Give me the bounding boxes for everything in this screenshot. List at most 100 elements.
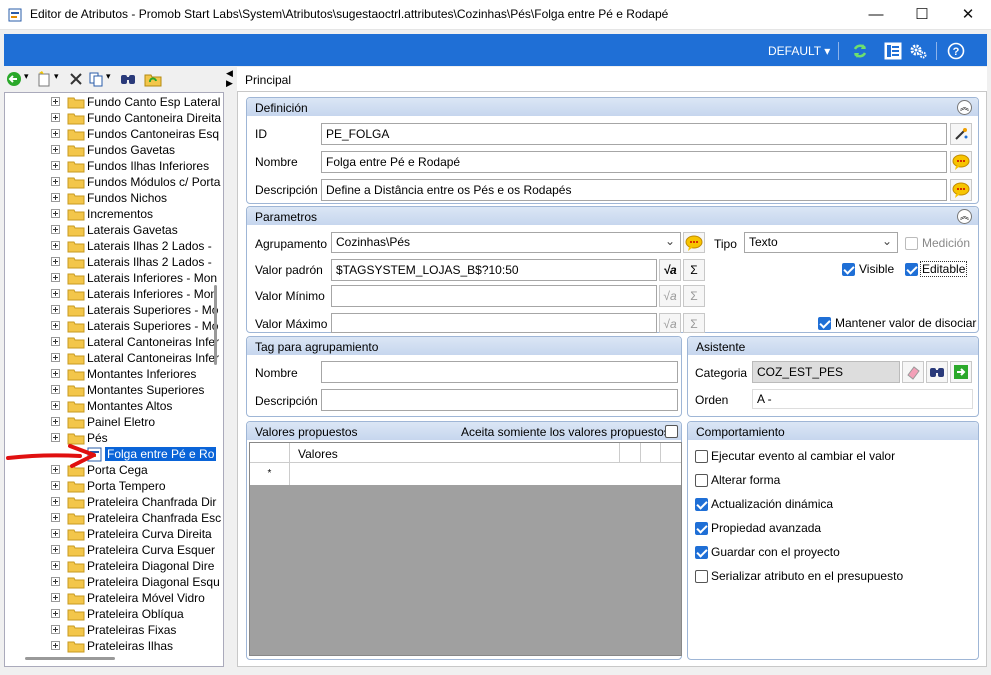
expand-icon[interactable] <box>51 545 60 554</box>
tree-item[interactable]: Painel Eletro <box>5 414 210 430</box>
valor-maximo-field[interactable] <box>331 313 657 333</box>
expand-icon[interactable] <box>51 97 60 106</box>
padron-sum-button[interactable]: Σ <box>683 259 705 281</box>
expand-icon[interactable] <box>51 209 60 218</box>
tree-item[interactable]: Fundo Canto Esp Lateral <box>5 94 220 110</box>
tree-horizontal-scrollbar[interactable] <box>25 657 115 660</box>
tree-item[interactable]: Montantes Inferiores <box>5 366 210 382</box>
tree-item[interactable]: Prateleiras Ilhas <box>5 638 210 654</box>
agrupamento-translate-button[interactable] <box>683 232 705 253</box>
collapse-icon[interactable]: ︽ <box>957 209 972 224</box>
tree-item[interactable]: Laterais Ilhas 2 Lados - <box>5 238 212 254</box>
expand-icon[interactable] <box>51 321 60 330</box>
expand-icon[interactable] <box>51 481 60 490</box>
expand-icon[interactable] <box>51 529 60 538</box>
tree-item[interactable]: Fundos Gavetas <box>5 142 210 158</box>
folder-sync-icon[interactable] <box>144 71 162 87</box>
copy-icon[interactable] <box>88 71 104 87</box>
id-edit-button[interactable] <box>950 123 972 145</box>
comportamiento-checkbox[interactable] <box>695 546 708 559</box>
tree-item[interactable]: Lateral Cantoneiras Infer <box>5 334 219 350</box>
grid-column-valores[interactable]: Valores <box>298 447 338 461</box>
expand-icon[interactable] <box>51 129 60 138</box>
help-icon[interactable]: ? <box>947 42 965 60</box>
expand-icon[interactable] <box>51 241 60 250</box>
expand-icon[interactable] <box>51 641 60 650</box>
tree-item[interactable]: Montantes Altos <box>5 398 210 414</box>
descripcion-field[interactable]: Define a Distância entre os Pés e os Rod… <box>321 179 947 201</box>
expand-icon[interactable] <box>51 273 60 282</box>
refresh-icon[interactable] <box>851 42 869 60</box>
tree-item[interactable]: Prateleira Curva Esquer <box>5 542 215 558</box>
expand-icon[interactable] <box>51 145 60 154</box>
tree-item[interactable]: Prateleira Diagonal Dire <box>5 558 214 574</box>
medicion-checkbox[interactable] <box>905 237 918 250</box>
expand-icon[interactable] <box>51 289 60 298</box>
comportamiento-checkbox[interactable] <box>695 570 708 583</box>
tab-principal[interactable]: Principal <box>245 73 291 87</box>
expand-icon[interactable] <box>51 337 60 346</box>
expand-icon[interactable] <box>51 385 60 394</box>
valor-minimo-field[interactable] <box>331 285 657 307</box>
expand-icon[interactable] <box>51 193 60 202</box>
tree-item[interactable]: Laterais Inferiores - Mon <box>5 286 217 302</box>
tree-item[interactable]: Fundo Cantoneira Direita <box>5 110 221 126</box>
tipo-select[interactable]: Texto <box>744 232 898 253</box>
tree-item[interactable]: Fundos Nichos <box>5 190 210 206</box>
expand-icon[interactable] <box>51 577 60 586</box>
comportamiento-checkbox[interactable] <box>695 522 708 535</box>
expand-icon[interactable] <box>51 497 60 506</box>
acepta-checkbox[interactable] <box>665 425 678 438</box>
tree-item[interactable]: Prateleira Chanfrada Dir <box>5 494 216 510</box>
expand-icon[interactable] <box>51 353 60 362</box>
tree-item[interactable]: Laterais Gavetas <box>5 222 210 238</box>
minimo-formula-button[interactable]: √a <box>659 285 681 307</box>
tree-item[interactable]: Prateleira Diagonal Esqu <box>5 574 220 590</box>
tree-item[interactable]: Fundos Módulos c/ Porta <box>5 174 220 190</box>
tag-nombre-field[interactable] <box>321 361 678 383</box>
expand-icon[interactable] <box>51 401 60 410</box>
descripcion-translate-button[interactable] <box>950 179 972 201</box>
comportamiento-checkbox[interactable] <box>695 498 708 511</box>
tree-item[interactable]: Laterais Superiores - Mo <box>5 318 218 334</box>
tree-item[interactable]: Prateleira Móvel Vidro <box>5 590 210 606</box>
expand-icon[interactable] <box>51 161 60 170</box>
expand-icon[interactable] <box>51 561 60 570</box>
editable-checkbox[interactable] <box>905 263 918 276</box>
valor-padron-field[interactable]: $TAGSYSTEM_LOJAS_B$?10:50 <box>331 259 657 281</box>
expand-icon[interactable] <box>51 609 60 618</box>
maximo-formula-button[interactable]: √a <box>659 313 681 333</box>
expand-icon[interactable] <box>51 417 60 426</box>
expand-icon[interactable] <box>51 433 60 442</box>
expand-icon[interactable] <box>51 257 60 266</box>
visible-checkbox[interactable] <box>842 263 855 276</box>
tree-item[interactable]: Laterais Inferiores - Mon <box>5 270 217 286</box>
tree-item[interactable]: Incrementos <box>5 206 210 222</box>
close-button[interactable]: ✕ <box>945 0 991 30</box>
orden-field[interactable]: A - <box>752 389 973 409</box>
tree-item[interactable]: Prateleira Curva Direita <box>5 526 212 542</box>
tree-item[interactable]: Prateleira Oblíqua <box>5 606 210 622</box>
comportamiento-checkbox[interactable] <box>695 450 708 463</box>
expand-icon[interactable] <box>51 625 60 634</box>
expand-icon[interactable] <box>51 225 60 234</box>
id-field[interactable]: PE_FOLGA <box>321 123 947 145</box>
splitter-arrows-icon[interactable]: ◀ ▶ <box>226 68 233 88</box>
expand-icon[interactable] <box>51 593 60 602</box>
categoria-go-button[interactable] <box>950 361 972 383</box>
minimize-button[interactable]: — <box>853 0 899 30</box>
expand-icon[interactable] <box>51 369 60 378</box>
grid-new-row[interactable]: * <box>250 463 681 485</box>
minimo-sum-button[interactable]: Σ <box>683 285 705 307</box>
settings-icon[interactable] <box>909 42 927 60</box>
tree-item[interactable]: Laterais Ilhas 2 Lados - <box>5 254 212 270</box>
list-view-icon[interactable] <box>884 42 902 60</box>
tree-item[interactable]: Fundos Ilhas Inferiores <box>5 158 210 174</box>
back-dropdown-icon[interactable]: ▾ <box>24 71 29 82</box>
maximize-button[interactable]: ☐ <box>899 0 945 30</box>
comportamiento-checkbox[interactable] <box>695 474 708 487</box>
delete-icon[interactable] <box>68 71 84 87</box>
new-item-icon[interactable] <box>36 71 52 87</box>
nombre-translate-button[interactable] <box>950 151 972 173</box>
tree-item[interactable]: Lateral Cantoneiras Infer <box>5 350 219 366</box>
